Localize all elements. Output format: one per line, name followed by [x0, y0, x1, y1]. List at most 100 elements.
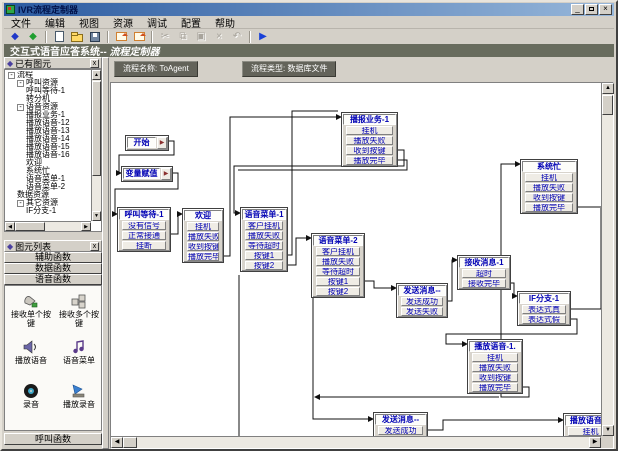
flow-node-port[interactable]: 播放失败: [525, 183, 573, 192]
flow-node-port[interactable]: 收到按键: [472, 373, 518, 382]
flow-node-title[interactable]: 播报业务-1: [343, 114, 396, 125]
section-call-functions[interactable]: 呼叫函数: [4, 433, 102, 445]
flow-node-port[interactable]: 播放完毕: [525, 203, 573, 212]
tree-scroll-left-icon[interactable]: ◀: [5, 222, 15, 231]
flow-node-title[interactable]: 接收消息-1: [459, 257, 509, 268]
flow-node-port[interactable]: 表达式真: [522, 305, 566, 314]
flow-node-callwait[interactable]: 呼叫等待-1没有信号正常接通挂断: [117, 207, 171, 252]
flow-node-title[interactable]: 欢迎: [184, 210, 222, 221]
menu-item-6[interactable]: 帮助: [208, 15, 242, 30]
flow-node-title[interactable]: 播放语音-1.: [565, 415, 601, 426]
delete-button[interactable]: ×: [210, 30, 228, 44]
flow-node-title[interactable]: 语音菜单-1: [242, 209, 286, 220]
flow-node-sysbusy[interactable]: 系统忙挂机播放失败收到按键播放完毕: [520, 159, 578, 214]
minimize-button[interactable]: _: [571, 4, 584, 15]
flow-node-port[interactable]: 发送成功: [378, 426, 423, 435]
undo-button[interactable]: ↶: [228, 30, 246, 44]
tree-scroll-thumb[interactable]: [92, 81, 101, 176]
canvas-scroll-left-icon[interactable]: ◀: [111, 437, 123, 448]
tree-item-17[interactable]: IF分支-1: [6, 207, 90, 215]
flow-node-port[interactable]: 挂机: [525, 173, 573, 182]
palette-item-speaker[interactable]: 播放语音: [8, 338, 54, 365]
flow-node-port[interactable]: 挂断: [122, 241, 166, 250]
tree-expander-icon[interactable]: -: [8, 72, 15, 79]
tree-scroll-right-icon[interactable]: ▶: [81, 222, 91, 231]
flow-node-title[interactable]: 系统忙: [522, 161, 576, 172]
paste-button[interactable]: ▣: [192, 30, 210, 44]
palette-item-note[interactable]: 语音菜单: [56, 338, 102, 365]
flow-node-title[interactable]: 播放语音-1.: [469, 341, 521, 352]
panel-splitter[interactable]: [102, 57, 109, 449]
nav-back-button[interactable]: ◆: [6, 30, 24, 44]
menu-item-1[interactable]: 编辑: [38, 15, 72, 30]
run-button[interactable]: ▶: [254, 30, 272, 44]
flow-node-port[interactable]: 播放失败: [346, 136, 393, 145]
save-file-button[interactable]: [86, 30, 104, 44]
flow-node-port[interactable]: 正常接通: [122, 231, 166, 240]
open-file-button[interactable]: [68, 30, 86, 44]
flow-node-port[interactable]: 收到按键: [525, 193, 573, 202]
palette-item-gramophone[interactable]: 播放录音: [56, 382, 102, 409]
flow-node-broadcast[interactable]: 播报业务-1挂机播放失败收到按键播放完毕: [341, 112, 398, 167]
section-button-1[interactable]: 数据函数: [4, 263, 102, 274]
tree-expander-icon[interactable]: -: [17, 200, 24, 207]
flow-node-port[interactable]: 播放失败: [472, 363, 518, 372]
flow-node-port[interactable]: 收到按键: [187, 242, 219, 251]
flow-node-port[interactable]: 播放失败: [316, 257, 360, 266]
flow-node-port[interactable]: 没有信号: [122, 221, 166, 230]
flow-node-welcome[interactable]: 欢迎挂机播放失败收到按键播放完毕: [182, 208, 224, 263]
flow-node-port[interactable]: 挂机: [187, 222, 219, 231]
flow-node-title[interactable]: IF分支-1: [519, 293, 569, 304]
flow-node-port[interactable]: 等待超时: [316, 267, 360, 276]
flow-node-start[interactable]: 开始▶: [125, 135, 169, 151]
tree-hscroll-thumb[interactable]: [15, 222, 45, 231]
tree-expander-icon[interactable]: -: [17, 80, 24, 87]
flow-node-port[interactable]: 发送失败: [401, 307, 443, 316]
flow-node-port[interactable]: 播放完毕: [346, 156, 393, 165]
flow-node-title[interactable]: 语音菜单-2: [313, 235, 363, 246]
flow-node-ifbranch[interactable]: IF分支-1表达式真表达式假: [517, 291, 571, 326]
section-button-2[interactable]: 语音函数: [4, 274, 102, 285]
import-flow-button[interactable]: [112, 30, 130, 44]
flow-node-title[interactable]: 变量赋值: [123, 168, 160, 179]
flow-node-sendmsg2[interactable]: 发送消息--发送成功发送失败: [373, 412, 428, 436]
flow-node-port[interactable]: 按键2: [316, 287, 360, 296]
canvas-horizontal-scrollbar[interactable]: ◀ ▶: [111, 436, 601, 448]
flow-node-title[interactable]: 发送消息--: [375, 414, 426, 425]
menu-item-5[interactable]: 配置: [174, 15, 208, 30]
export-flow-button[interactable]: [130, 30, 148, 44]
flow-node-recvmsg[interactable]: 接收消息-1超时接收完毕: [457, 255, 511, 290]
flow-node-port[interactable]: 挂机: [568, 427, 601, 436]
copy-button[interactable]: ⧉: [174, 30, 192, 44]
flow-node-assign[interactable]: 变量赋值▶: [121, 166, 173, 182]
menu-item-0[interactable]: 文件: [4, 15, 38, 30]
flow-node-sendmsg1[interactable]: 发送消息--发送成功发送失败: [396, 283, 448, 318]
flow-node-menu2[interactable]: 语音菜单-2客户挂机播放失败等待超时按键1按键2: [311, 233, 365, 298]
flow-node-port[interactable]: 播放失败: [245, 231, 283, 240]
flow-node-title[interactable]: 发送消息--: [398, 285, 446, 296]
nav-forward-button[interactable]: ◆: [24, 30, 42, 44]
flow-node-port[interactable]: 客户挂机: [316, 247, 360, 256]
flow-node-menu1[interactable]: 语音菜单-1客户挂机播放失败等待超时按键1按键2: [240, 207, 288, 272]
node-run-arrow-icon[interactable]: ▶: [161, 168, 171, 180]
canvas-vscroll-thumb[interactable]: [602, 95, 613, 115]
menu-item-2[interactable]: 视图: [72, 15, 106, 30]
canvas-hscroll-thumb[interactable]: [123, 437, 137, 448]
flow-node-title[interactable]: 开始: [127, 137, 156, 148]
canvas-scroll-down-icon[interactable]: ▼: [602, 425, 614, 436]
flow-node-port[interactable]: 挂机: [472, 353, 518, 362]
flow-node-playvoice2[interactable]: 播放语音-1.挂机播放失败: [563, 413, 601, 436]
flow-node-title[interactable]: 呼叫等待-1: [119, 209, 169, 220]
tree-vertical-scrollbar[interactable]: ▲ ▼: [91, 70, 101, 221]
palette-item-hand-key[interactable]: 接收单个按键: [8, 292, 54, 328]
flow-node-port[interactable]: 按键1: [316, 277, 360, 286]
canvas-vertical-scrollbar[interactable]: ▲ ▼: [601, 83, 613, 436]
flow-node-port[interactable]: 表达式假: [522, 315, 566, 324]
palette-item-multi-key[interactable]: 接收多个按键: [56, 292, 102, 328]
close-tree-panel-button[interactable]: x: [90, 59, 99, 68]
flow-node-port[interactable]: 播放完毕: [187, 252, 219, 261]
flow-node-port[interactable]: 挂机: [346, 126, 393, 135]
flow-node-port[interactable]: 按键1: [245, 251, 283, 260]
node-run-arrow-icon[interactable]: ▶: [157, 137, 167, 149]
palette-item-cd[interactable]: 录音: [8, 382, 54, 409]
